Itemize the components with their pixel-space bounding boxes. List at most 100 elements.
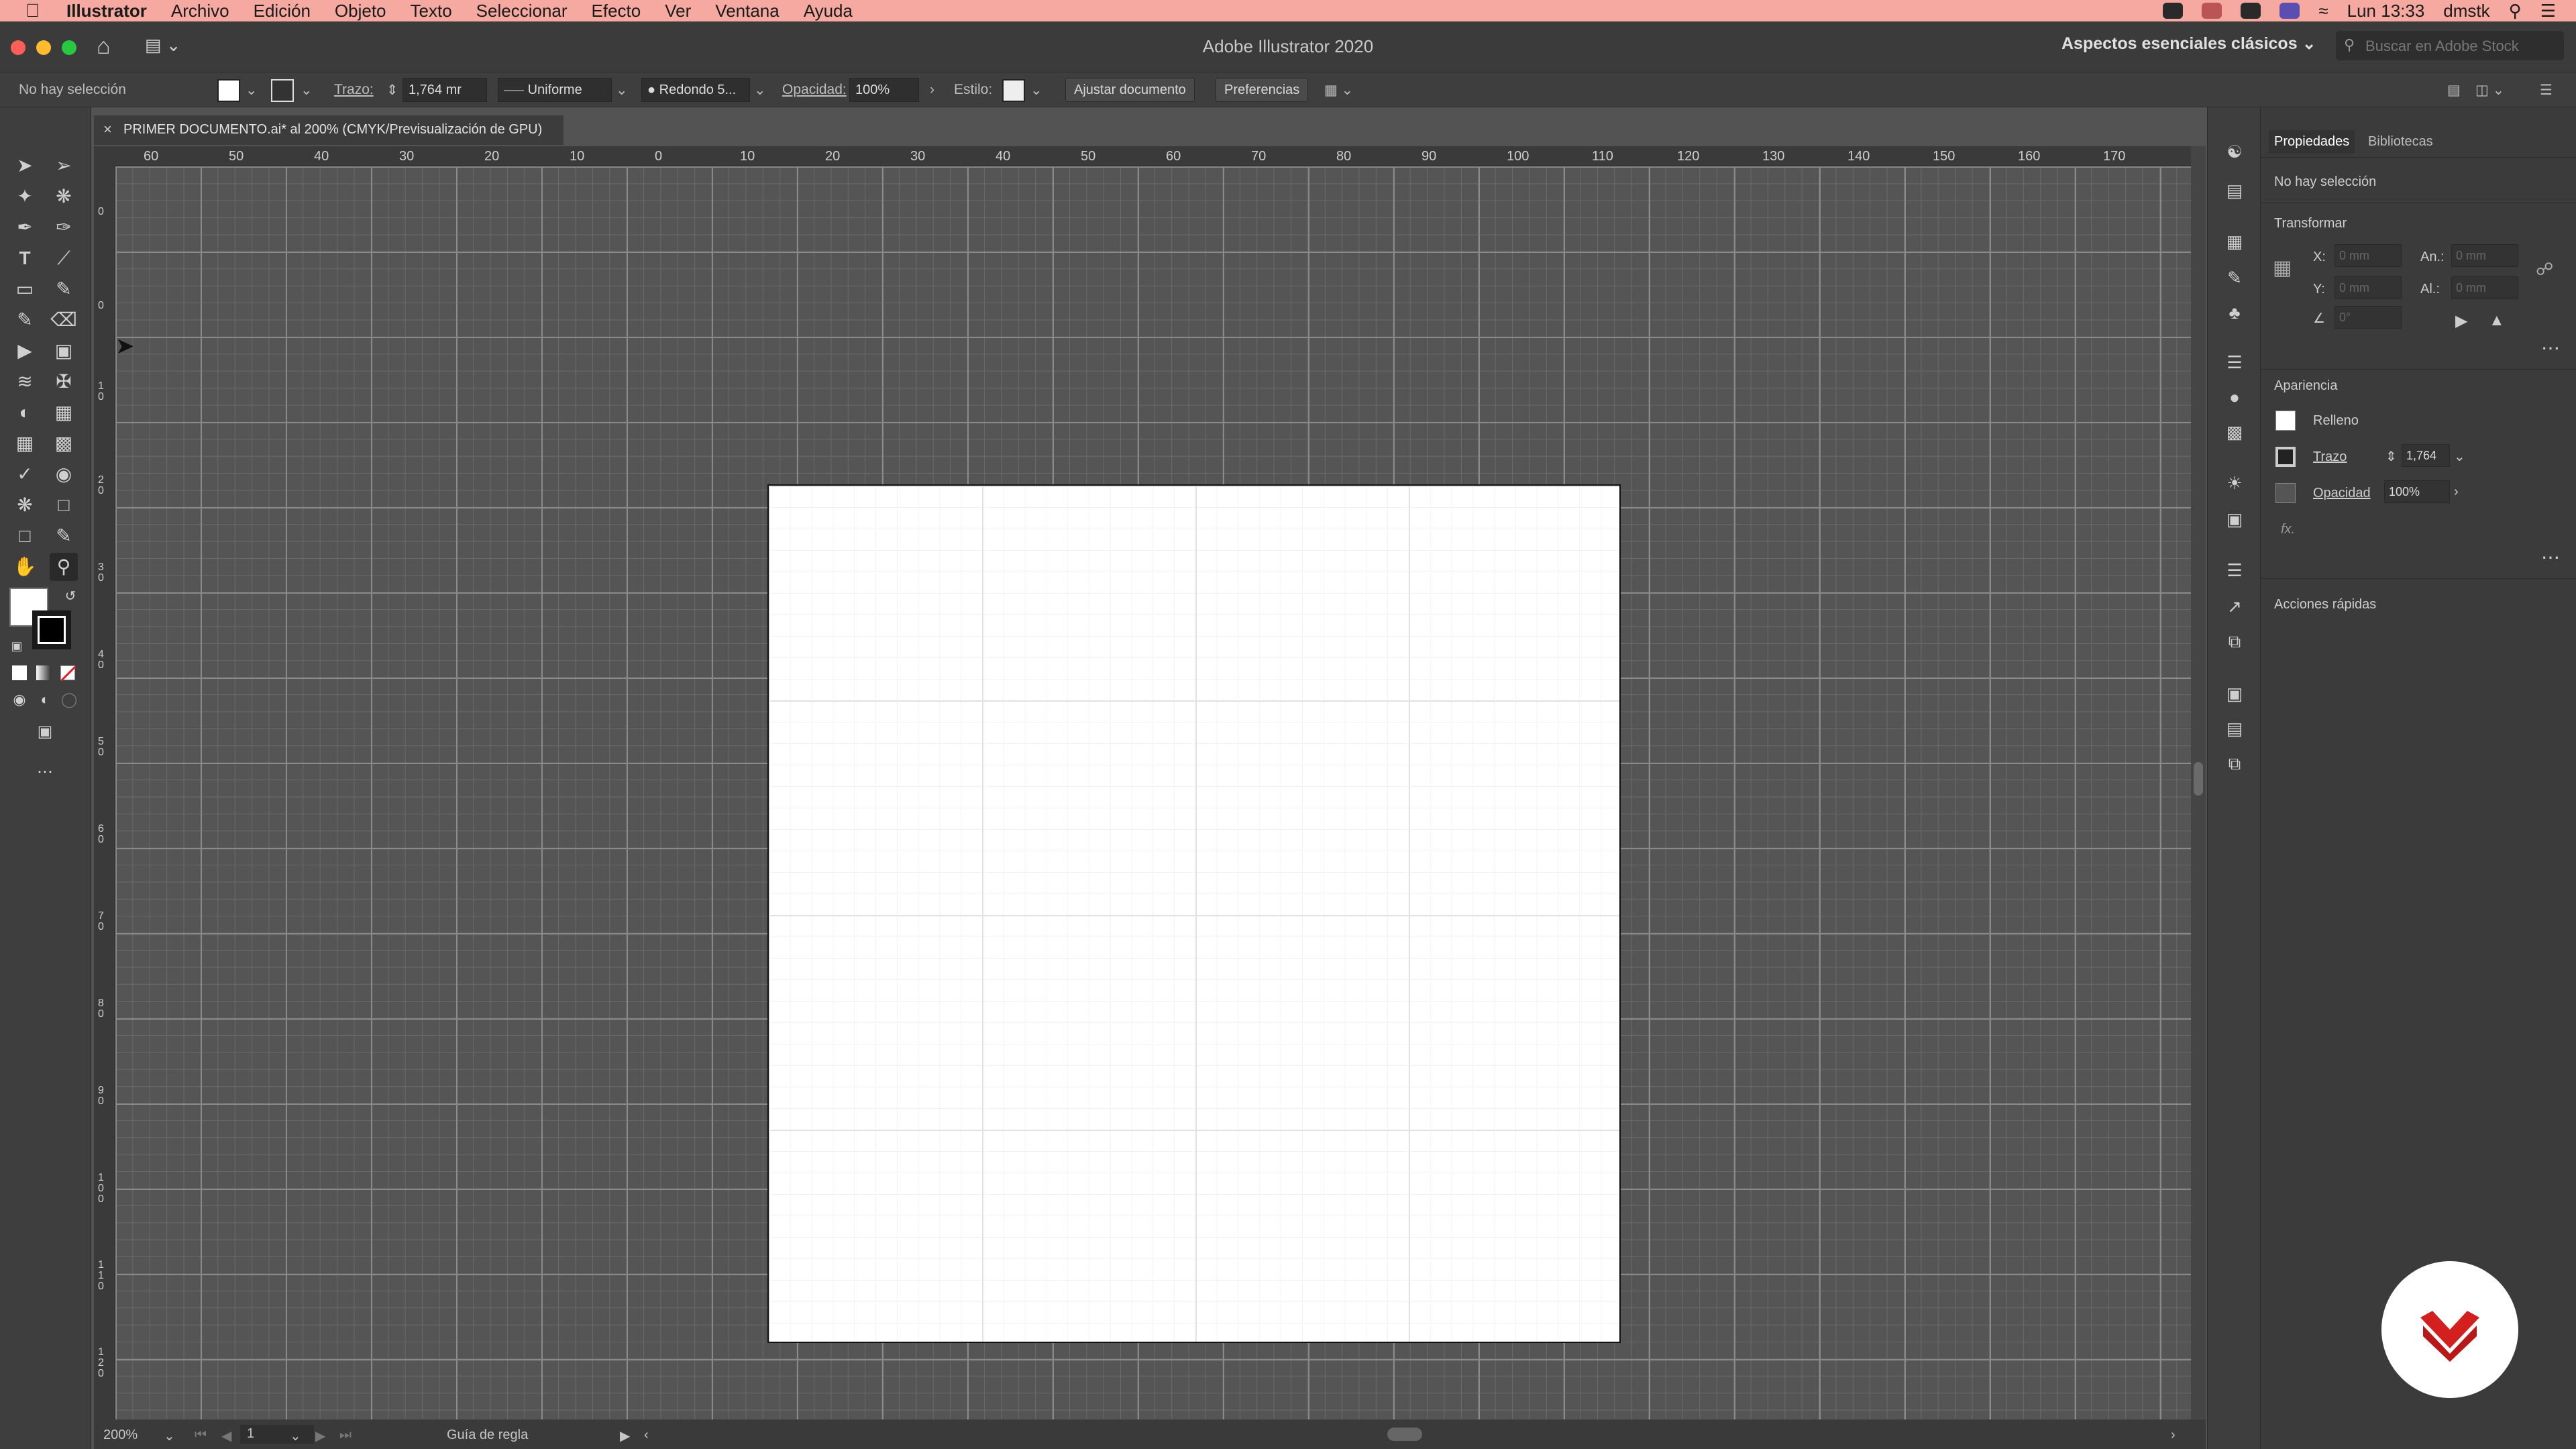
symbol-sprayer-icon[interactable]: ❋	[11, 491, 39, 519]
eraser-icon[interactable]: ⌫	[50, 306, 78, 334]
menu-ver[interactable]: Ver	[665, 1, 691, 21]
chevron-down-icon[interactable]: ⌄	[1030, 82, 1042, 99]
constrain-proportions-icon[interactable]: ☍	[2536, 259, 2553, 280]
menu-texto[interactable]: Texto	[411, 1, 452, 21]
more-options-icon[interactable]: ⋯	[2541, 337, 2560, 359]
chevron-down-icon[interactable]: ⌄	[164, 1428, 175, 1444]
scroll-right-icon[interactable]: ›	[2171, 1428, 2176, 1443]
height-field[interactable]: 0 mm	[2451, 276, 2518, 299]
export-icon[interactable]: ↗	[2222, 594, 2247, 619]
lasso-icon[interactable]: ❋	[50, 182, 78, 211]
menu-archivo[interactable]: Archivo	[171, 1, 229, 21]
ruler-origin[interactable]	[94, 146, 115, 166]
gradient-mode-icon[interactable]	[36, 665, 51, 680]
preferences-button[interactable]: Preferencias	[1216, 78, 1309, 102]
menu-user[interactable]: dmstk	[2443, 1, 2489, 21]
horizontal-scroll-thumb[interactable]	[1387, 1428, 1422, 1441]
next-artboard-icon[interactable]: ▶	[315, 1428, 325, 1444]
shaper-tool-icon[interactable]: ✎	[11, 306, 39, 334]
pathfinder-icon[interactable]: ⧉	[2222, 751, 2247, 775]
stroke-color-box[interactable]	[32, 610, 71, 649]
line-tool-icon[interactable]: ⟋	[50, 244, 78, 272]
libraries-icon[interactable]: ☯	[2222, 140, 2247, 164]
stroke-label[interactable]: Trazo:	[334, 82, 374, 98]
stroke-label-panel[interactable]: Trazo	[2313, 449, 2347, 465]
swap-colors-icon[interactable]: ↺	[56, 582, 85, 610]
opacity-label[interactable]: Opacidad:	[782, 82, 847, 98]
menu-ayuda[interactable]: Ayuda	[804, 1, 853, 21]
reflect-tool-icon[interactable]: ▶	[11, 337, 39, 365]
align-panel-icon[interactable]: ▤	[2222, 716, 2247, 741]
tab-bibliotecas[interactable]: Bibliotecas	[2363, 130, 2438, 154]
perspective-grid-icon[interactable]: ▦	[50, 398, 78, 427]
variable-width-profile[interactable]: ⎯⎯⎯ Uniforme	[498, 78, 612, 102]
stock-search-input[interactable]: ⚲ Buscar en Adobe Stock	[2336, 31, 2564, 60]
notification-center-icon[interactable]: ☰	[2540, 1, 2556, 21]
menu-ventana[interactable]: Ventana	[715, 1, 779, 21]
vertical-ruler[interactable]: 0 0 10 20 30 40 50 60 70 80 90 100 110 120	[94, 166, 115, 1419]
y-field[interactable]: 0 mm	[2334, 276, 2402, 299]
gradient-tool-icon[interactable]: ▩	[50, 429, 78, 458]
more-options-icon[interactable]: ⋯	[2541, 546, 2560, 568]
flip-vertical-icon[interactable]: ▲	[2489, 311, 2505, 330]
fill-swatch-panel[interactable]	[2275, 411, 2296, 431]
screen-icon[interactable]	[2202, 3, 2222, 19]
stroke-panel-icon[interactable]: ☰	[2222, 350, 2247, 374]
appearance-panel-icon[interactable]: ☀	[2222, 471, 2247, 495]
chevron-down-icon[interactable]: ⌄	[246, 82, 258, 99]
menu-edicion[interactable]: Edición	[254, 1, 311, 21]
warp-tool-icon[interactable]: ≋	[11, 368, 39, 396]
scale-tool-icon[interactable]: ▣	[50, 337, 78, 365]
wifi-icon[interactable]: ≈	[2318, 1, 2328, 21]
artboard[interactable]	[767, 484, 1621, 1343]
zoom-level[interactable]: 200%	[103, 1428, 138, 1443]
chevron-down-icon[interactable]: ⌄	[616, 82, 628, 99]
learn-icon[interactable]: ▤	[2222, 178, 2247, 203]
chevron-right-icon[interactable]: ›	[930, 82, 934, 98]
column-graph-icon[interactable]: □	[50, 491, 78, 519]
eyedropper-icon[interactable]: ✓	[11, 460, 39, 488]
artboard-number-input[interactable]: 1	[240, 1425, 314, 1444]
artboards-panel-icon[interactable]: ⧉	[2222, 629, 2247, 653]
menu-efecto[interactable]: Efecto	[592, 1, 641, 21]
opacity-input[interactable]: 100%	[849, 78, 919, 102]
panel-menu-icon[interactable]: ☰	[2540, 82, 2553, 99]
stroke-weight-input[interactable]: 1,764 mr	[402, 78, 487, 102]
tab-propiedades[interactable]: Propiedades	[2269, 130, 2355, 154]
brushes-icon[interactable]: ✎	[2222, 266, 2247, 290]
last-artboard-icon[interactable]: ⏭	[339, 1428, 352, 1443]
chevron-down-icon[interactable]: ⌄	[754, 82, 766, 99]
color-mode-icon[interactable]	[12, 665, 27, 680]
stepper-icon[interactable]: ⇕	[386, 82, 398, 99]
hand-tool-icon[interactable]: ✋	[11, 553, 39, 581]
draw-normal-icon[interactable]: ◉	[5, 686, 34, 714]
artboard-tool-icon[interactable]: □	[11, 522, 39, 550]
fill-swatch[interactable]	[217, 79, 240, 102]
edit-toolbar-icon[interactable]: ⋯	[31, 758, 59, 786]
mesh-tool-icon[interactable]: ▦	[11, 429, 39, 458]
menu-seleccionar[interactable]: Seleccionar	[476, 1, 568, 21]
chevron-down-icon[interactable]: ⌄	[301, 82, 313, 99]
fx-button[interactable]: fx.	[2281, 522, 2295, 537]
slice-tool-icon[interactable]: ✎	[50, 522, 78, 550]
sync-icon[interactable]	[2241, 3, 2261, 19]
puppet-warp-icon[interactable]: ✠	[50, 368, 78, 396]
horizontal-ruler[interactable]: 60 50 40 30 20 10 0 10 20 30 40 50 60 70 80 90 100 110 120…	[115, 146, 2191, 166]
symbols-icon[interactable]: ♣	[2222, 301, 2247, 325]
curvature-tool-icon[interactable]: ✑	[50, 213, 78, 241]
menu-clock[interactable]: Lun 13:33	[2347, 1, 2425, 21]
chevron-right-icon[interactable]: ›	[2454, 484, 2459, 500]
close-icon[interactable]: ×	[103, 121, 112, 138]
flip-horizontal-icon[interactable]: ▶	[2455, 311, 2467, 331]
paintbrush-icon[interactable]: ✎	[50, 275, 78, 303]
previous-artboard-icon[interactable]: ◀	[221, 1428, 231, 1444]
apple-icon[interactable]: 	[25, 0, 40, 21]
canvas[interactable]: ➤	[115, 166, 2191, 1419]
x-field[interactable]: 0 mm	[2334, 244, 2402, 267]
shape-builder-icon[interactable]: ◐	[11, 398, 39, 427]
status-menu-icon[interactable]: ▶	[620, 1428, 630, 1444]
document-tab[interactable]: × PRIMER DOCUMENTO.ai* al 200% (CMYK/Pre…	[94, 115, 564, 145]
rectangle-tool-icon[interactable]: ▭	[11, 275, 39, 303]
creative-cloud-icon[interactable]	[2163, 3, 2184, 19]
fill-label[interactable]: Relleno	[2313, 413, 2359, 429]
